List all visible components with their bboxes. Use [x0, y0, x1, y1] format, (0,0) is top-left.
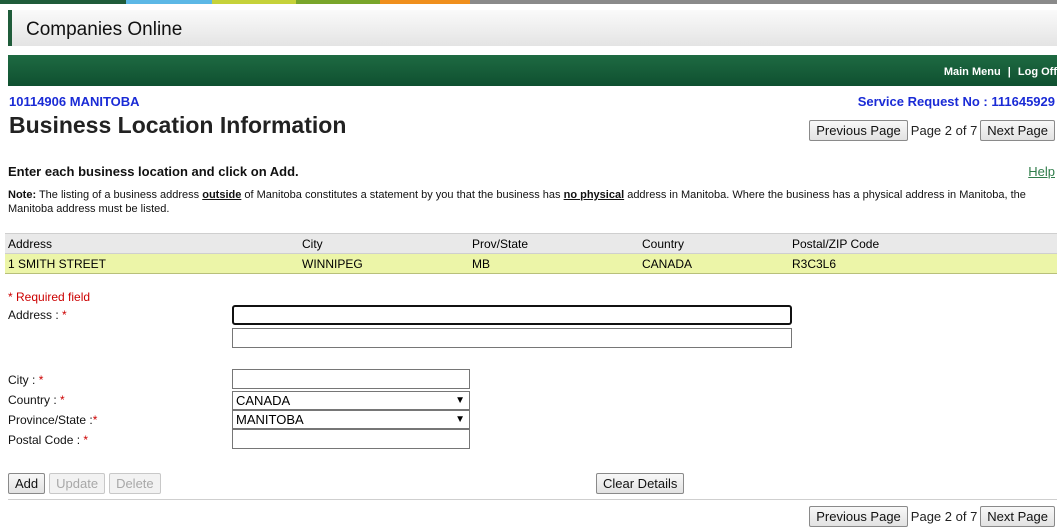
column-header-country: Country — [639, 233, 789, 254]
nav-bar: Main Menu | Log Off — [8, 55, 1057, 86]
note-no-physical: no physical — [563, 189, 625, 201]
required-field-note: * Required field — [8, 290, 91, 304]
required-star: * — [60, 393, 65, 407]
delete-button[interactable]: Delete — [109, 473, 161, 494]
stripe-segment — [380, 0, 470, 4]
country-select-value: CANADA — [236, 393, 291, 408]
page-indicator: Page 2 of 7 — [910, 123, 978, 138]
cell-country: CANADA — [639, 253, 789, 274]
cell-postal: R3C3L6 — [789, 253, 1057, 274]
top-color-stripe — [0, 0, 1057, 4]
action-buttons: Add Update Delete — [8, 473, 161, 494]
app-header: Companies Online — [8, 10, 1057, 46]
postal-label-text: Postal Code : — [8, 433, 81, 447]
column-header-city: City — [299, 233, 469, 254]
stripe-segment — [0, 0, 126, 4]
add-button[interactable]: Add — [8, 473, 46, 494]
divider — [8, 499, 1057, 500]
required-star: * — [38, 373, 44, 387]
province-label-text: Province/State : — [8, 413, 93, 427]
clear-details-button[interactable]: Clear Details — [596, 473, 685, 494]
note-part1: The listing of a business address — [36, 189, 203, 201]
note-outside: outside — [202, 189, 242, 201]
nav-links: Main Menu | Log Off — [944, 66, 1057, 78]
log-off-link[interactable]: Log Off — [1018, 66, 1057, 78]
stripe-segment — [212, 0, 296, 4]
column-header-address: Address — [5, 233, 299, 254]
country-select[interactable]: CANADA ▼ — [232, 391, 470, 410]
locations-table: Address City Prov/State Country Postal/Z… — [5, 233, 1057, 274]
stripe-segment — [296, 0, 380, 4]
help-link[interactable]: Help — [1028, 164, 1055, 179]
column-header-postal: Postal/ZIP Code — [789, 233, 1057, 254]
cell-prov-state: MB — [469, 253, 639, 274]
city-input[interactable] — [232, 369, 470, 389]
postal-code-input[interactable] — [232, 429, 470, 449]
chevron-down-icon: ▼ — [455, 414, 465, 425]
cell-address: 1 SMITH STREET — [5, 253, 299, 274]
stripe-segment — [470, 0, 1057, 4]
previous-page-button[interactable]: Previous Page — [809, 120, 908, 141]
postal-code-label: Postal Code : * — [8, 433, 88, 447]
province-select-value: MANITOBA — [236, 412, 304, 427]
page-indicator: Page 2 of 7 — [910, 509, 978, 524]
province-label: Province/State :* — [8, 413, 97, 427]
instructions-text: Enter each business location and click o… — [8, 164, 299, 179]
main-menu-link[interactable]: Main Menu — [944, 66, 1001, 78]
required-star: * — [92, 413, 98, 427]
page-title: Business Location Information — [9, 112, 347, 138]
address-label-text: Address : — [8, 308, 59, 322]
address-line2-input[interactable] — [232, 328, 792, 348]
note-label: Note: — [8, 189, 37, 201]
stripe-segment — [126, 0, 212, 4]
table-row[interactable]: 1 SMITH STREET WINNIPEG MB CANADA R3C3L6 — [5, 253, 1057, 274]
nav-separator: | — [1007, 66, 1011, 78]
province-select[interactable]: MANITOBA ▼ — [232, 410, 470, 429]
previous-page-button[interactable]: Previous Page — [809, 506, 908, 527]
update-button[interactable]: Update — [49, 473, 106, 494]
cell-city: WINNIPEG — [299, 253, 469, 274]
city-label: City : * — [8, 373, 43, 387]
country-label-text: Country : — [8, 393, 57, 407]
country-label: Country : * — [8, 393, 65, 407]
address-line1-input[interactable] — [232, 305, 792, 325]
pager-bottom: Previous Page Page 2 of 7 Next Page — [809, 506, 1055, 527]
required-star: * — [62, 308, 67, 322]
next-page-button[interactable]: Next Page — [980, 120, 1055, 141]
table-header-row: Address City Prov/State Country Postal/Z… — [5, 233, 1057, 254]
address-label: Address : * — [8, 308, 67, 322]
note-part2: of Manitoba constitutes a statement by y… — [241, 189, 564, 201]
app-title: Companies Online — [26, 19, 183, 40]
next-page-button[interactable]: Next Page — [980, 506, 1055, 527]
required-star: * — [83, 433, 89, 447]
pager-top: Previous Page Page 2 of 7 Next Page — [809, 120, 1055, 141]
city-label-text: City : — [8, 373, 36, 387]
column-header-prov-state: Prov/State — [469, 233, 639, 254]
chevron-down-icon: ▼ — [455, 395, 465, 406]
service-request-number: Service Request No : 111645929 — [857, 94, 1055, 109]
note-text: Note: The listing of a business address … — [8, 188, 1053, 216]
company-name: 10114906 MANITOBA — [9, 94, 140, 109]
